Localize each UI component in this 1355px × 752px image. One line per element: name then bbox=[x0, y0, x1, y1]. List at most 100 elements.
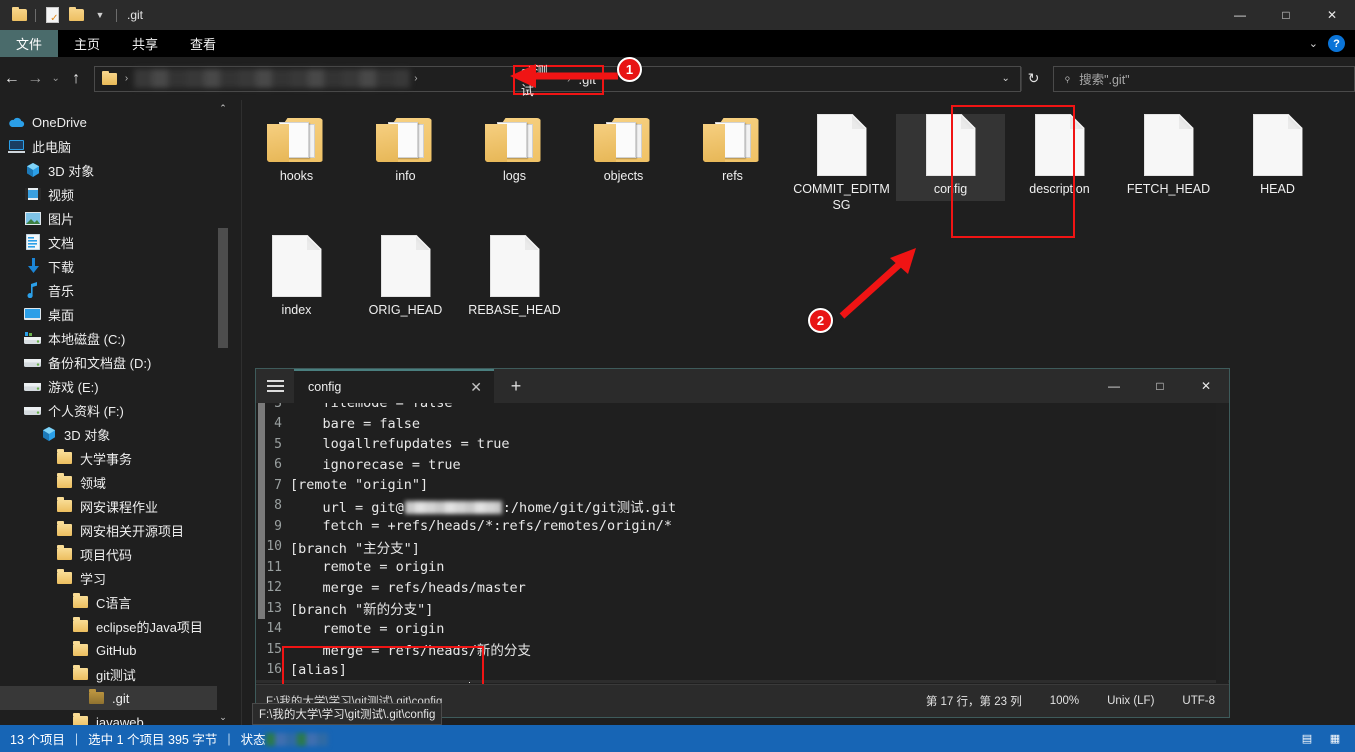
help-icon[interactable]: ? bbox=[1328, 35, 1345, 52]
tab-home[interactable]: 主页 bbox=[58, 30, 116, 57]
tab-file[interactable]: 文件 bbox=[0, 30, 58, 57]
file-item-commit-editmsg[interactable]: COMMIT_EDITMSG bbox=[787, 106, 896, 213]
code-line[interactable]: 15 merge = refs/heads/新的分支 bbox=[256, 639, 1229, 660]
code-line[interactable]: 3 filemode = false bbox=[256, 403, 1229, 414]
nav-item-5[interactable]: 文档 bbox=[0, 230, 229, 254]
maximize-button[interactable]: □ bbox=[1263, 0, 1309, 30]
editor-text-area[interactable]: 3 filemode = false4 bare = false5 logall… bbox=[256, 403, 1229, 683]
zoom-level[interactable]: 100% bbox=[1036, 695, 1093, 707]
code-line[interactable]: 9 fetch = +refs/heads/*:refs/remotes/ori… bbox=[256, 516, 1229, 537]
editor-scroll-thumb[interactable] bbox=[258, 403, 265, 619]
file-item-config[interactable]: config bbox=[896, 106, 1005, 213]
tab-share[interactable]: 共享 bbox=[116, 30, 174, 57]
nav-item-10[interactable]: 备份和文档盘 (D:) bbox=[0, 350, 229, 374]
nav-item-14[interactable]: 大学事务 bbox=[0, 446, 229, 470]
nav-item-0[interactable]: OneDrive bbox=[0, 110, 229, 134]
nav-item-23[interactable]: git测试 bbox=[0, 662, 229, 686]
code-line[interactable]: 10[branch "主分支"] bbox=[256, 537, 1229, 558]
nav-item-1[interactable]: 此电脑 bbox=[0, 134, 229, 158]
hamburger-icon[interactable] bbox=[256, 369, 294, 403]
editor-maximize-button[interactable]: □ bbox=[1137, 369, 1183, 403]
customize-dropdown-icon[interactable]: ▼ bbox=[88, 4, 112, 26]
caret-position[interactable]: 第 17 行，第 23 列 bbox=[912, 693, 1036, 709]
details-view-icon[interactable]: ▤ bbox=[1296, 730, 1318, 748]
editor-tab-config[interactable]: config ✕ bbox=[294, 369, 494, 403]
code-line[interactable]: 14 remote = origin bbox=[256, 619, 1229, 640]
nav-item-3[interactable]: 视频 bbox=[0, 182, 229, 206]
new-tab-button[interactable]: + bbox=[494, 369, 538, 403]
refresh-button[interactable]: ↻ bbox=[1021, 67, 1045, 91]
nav-item-7[interactable]: 音乐 bbox=[0, 278, 229, 302]
file-item-objects[interactable]: objects bbox=[569, 106, 678, 213]
code-line[interactable]: 8 url = git@:/home/git/git测试.git bbox=[256, 496, 1229, 517]
scroll-down-icon[interactable]: ⌄ bbox=[217, 709, 229, 725]
nav-item-2[interactable]: 3D 对象 bbox=[0, 158, 229, 182]
editor-scrollbar[interactable] bbox=[1216, 403, 1228, 683]
nav-item-22[interactable]: GitHub bbox=[0, 638, 229, 662]
close-button[interactable]: ✕ bbox=[1309, 0, 1355, 30]
file-item-description[interactable]: description bbox=[1005, 106, 1114, 213]
nav-item-19[interactable]: 学习 bbox=[0, 566, 229, 590]
code-line[interactable]: 6 ignorecase = true bbox=[256, 455, 1229, 476]
breadcrumb-git-test[interactable]: git测试 bbox=[521, 61, 559, 99]
editor-close-button[interactable]: ✕ bbox=[1183, 369, 1229, 403]
nav-item-9[interactable]: 本地磁盘 (C:) bbox=[0, 326, 229, 350]
nav-item-4[interactable]: 图片 bbox=[0, 206, 229, 230]
file-item-refs[interactable]: refs bbox=[678, 106, 787, 213]
scroll-up-icon[interactable]: ⌃ bbox=[217, 100, 229, 116]
close-icon[interactable]: ✕ bbox=[470, 379, 482, 396]
nav-item-6[interactable]: 下载 bbox=[0, 254, 229, 278]
text-editor-window[interactable]: config ✕ + — □ ✕ 3 filemode = false4 bar… bbox=[255, 368, 1230, 718]
back-button[interactable]: ← bbox=[0, 64, 23, 94]
file-item-fetch-head[interactable]: FETCH_HEAD bbox=[1114, 106, 1223, 213]
nav-item-15[interactable]: 领域 bbox=[0, 470, 229, 494]
code-line[interactable]: 12 merge = refs/heads/master bbox=[256, 578, 1229, 599]
nav-item-13[interactable]: 3D 对象 bbox=[0, 422, 229, 446]
minimize-button[interactable]: — bbox=[1217, 0, 1263, 30]
chevron-down-icon[interactable]: ⌄ bbox=[1309, 37, 1318, 50]
search-input[interactable]: 搜索".git" bbox=[1079, 69, 1130, 88]
encoding[interactable]: UTF-8 bbox=[1168, 695, 1229, 707]
search-box[interactable]: ⌕ 搜索".git" bbox=[1053, 66, 1355, 92]
breadcrumb-dot-git[interactable]: .git bbox=[579, 72, 596, 87]
file-item-index[interactable]: index bbox=[242, 227, 351, 318]
navigation-pane[interactable]: OneDrive此电脑3D 对象视频图片文档下载音乐桌面本地磁盘 (C:)备份和… bbox=[0, 100, 229, 725]
file-item-info[interactable]: info bbox=[351, 106, 460, 213]
address-dropdown-icon[interactable]: ⌄ bbox=[991, 73, 1019, 84]
code-line[interactable]: 17 sc = 'rm --cached' bbox=[256, 680, 1229, 683]
nav-item-24[interactable]: .git bbox=[0, 686, 229, 710]
editor-minimize-button[interactable]: — bbox=[1091, 369, 1137, 403]
code-line[interactable]: 7[remote "origin"] bbox=[256, 475, 1229, 496]
line-ending[interactable]: Unix (LF) bbox=[1093, 695, 1168, 707]
large-icons-view-icon[interactable]: ▦ bbox=[1324, 730, 1346, 748]
nav-item-11[interactable]: 游戏 (E:) bbox=[0, 374, 229, 398]
code-line[interactable]: 11 remote = origin bbox=[256, 557, 1229, 578]
code-line[interactable]: 4 bare = false bbox=[256, 414, 1229, 435]
file-item-head[interactable]: HEAD bbox=[1223, 106, 1332, 213]
nav-item-12[interactable]: 个人资料 (F:) bbox=[0, 398, 229, 422]
code-line[interactable]: 13[branch "新的分支"] bbox=[256, 598, 1229, 619]
nav-scroll-thumb[interactable] bbox=[218, 228, 228, 348]
file-item-orig-head[interactable]: ORIG_HEAD bbox=[351, 227, 460, 318]
properties-icon[interactable] bbox=[40, 4, 64, 26]
new-folder-icon[interactable] bbox=[64, 4, 88, 26]
nav-item-25[interactable]: javaweb bbox=[0, 710, 229, 725]
nav-item-21[interactable]: eclipse的Java项目 bbox=[0, 614, 229, 638]
nav-item-16[interactable]: 网安课程作业 bbox=[0, 494, 229, 518]
nav-item-20[interactable]: C语言 bbox=[0, 590, 229, 614]
folder-icon[interactable] bbox=[7, 4, 31, 26]
forward-button[interactable]: → bbox=[23, 64, 46, 94]
file-item-rebase-head[interactable]: REBASE_HEAD bbox=[460, 227, 569, 318]
nav-item-8[interactable]: 桌面 bbox=[0, 302, 229, 326]
nav-item-18[interactable]: 项目代码 bbox=[0, 542, 229, 566]
code-line[interactable]: 16[alias] bbox=[256, 660, 1229, 681]
up-button[interactable]: ↑ bbox=[64, 64, 87, 94]
nav-item-17[interactable]: 网安相关开源项目 bbox=[0, 518, 229, 542]
nav-scrollbar[interactable]: ⌃ ⌄ bbox=[217, 100, 229, 725]
file-item-logs[interactable]: logs bbox=[460, 106, 569, 213]
address-bar[interactable]: › › git测试 › .git ⌄ bbox=[94, 66, 1021, 92]
recent-locations-button[interactable]: ⌄ bbox=[47, 64, 64, 94]
file-item-hooks[interactable]: hooks bbox=[242, 106, 351, 213]
code-line[interactable]: 5 logallrefupdates = true bbox=[256, 434, 1229, 455]
tab-view[interactable]: 查看 bbox=[174, 30, 232, 57]
